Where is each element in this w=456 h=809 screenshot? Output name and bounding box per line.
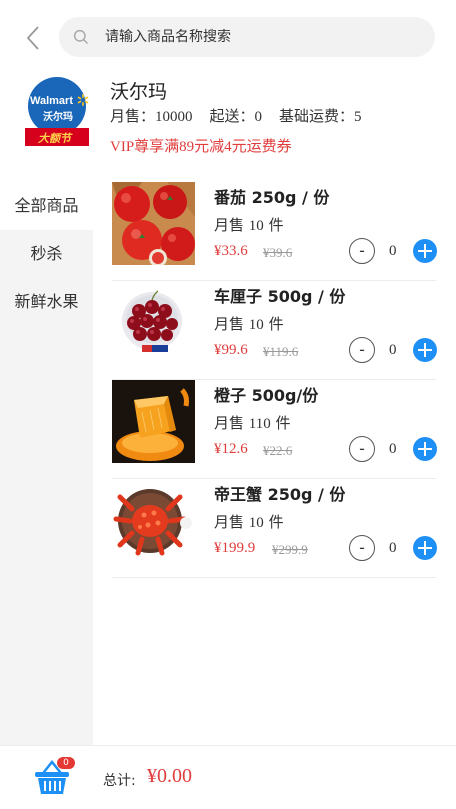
product-original-price: ¥22.6 — [263, 443, 293, 458]
crab-image[interactable] — [112, 479, 195, 562]
store-name: 沃尔玛 — [110, 82, 168, 103]
search-bar[interactable] — [59, 17, 435, 57]
decrease-quantity-button[interactable]: - — [349, 535, 375, 561]
store-logo: Walmart 沃尔玛 大额节 — [22, 76, 92, 148]
product-quantity: 0 — [389, 441, 397, 457]
base-delivery-fee: 基础运费：5 — [279, 109, 362, 125]
increase-quantity-button[interactable] — [413, 437, 437, 461]
cart-count-badge: 0 — [57, 757, 75, 769]
product-name: 番茄 250g / 份 — [214, 188, 330, 207]
search-icon — [73, 29, 89, 45]
cart-footer: 0 总计: ¥0.00 — [0, 745, 456, 809]
search-input[interactable] — [105, 17, 415, 57]
orange-image[interactable] — [112, 380, 195, 463]
product-quantity: 0 — [389, 540, 397, 556]
product-name: 车厘子 500g / 份 — [214, 287, 346, 306]
product-original-price: ¥39.6 — [263, 245, 293, 260]
sold-prefix: 月售 — [214, 216, 245, 234]
product-item[interactable]: 番茄 250g / 份 月售 10 件 ¥33.6 ¥39.6 - 0 — [112, 182, 437, 281]
sold-suffix: 件 — [275, 414, 291, 432]
category-all[interactable]: 全部商品 — [0, 182, 93, 230]
product-price: ¥99.6 — [214, 342, 248, 358]
category-flash-sale[interactable]: 秒杀 — [0, 230, 93, 278]
category-fresh-fruit[interactable]: 新鲜水果 — [0, 278, 93, 326]
total-label: 总计: — [103, 773, 136, 789]
product-monthly-sales: 月售 10 件 — [214, 313, 284, 334]
product-monthly-sales: 月售 10 件 — [214, 214, 284, 235]
product-item[interactable]: 车厘子 500g / 份 月售 10 件 ¥99.6 ¥119.6 - 0 — [112, 281, 437, 380]
decrease-quantity-button[interactable]: - — [349, 337, 375, 363]
sold-count: 110 — [248, 416, 271, 432]
sold-suffix: 件 — [268, 216, 284, 234]
category-sidebar: 全部商品 秒杀 新鲜水果 — [0, 182, 93, 745]
sold-suffix: 件 — [268, 315, 284, 333]
product-price: ¥33.6 — [214, 243, 248, 259]
sold-count: 10 — [248, 218, 264, 234]
increase-quantity-button[interactable] — [413, 536, 437, 560]
product-price: ¥12.6 — [214, 441, 248, 457]
product-quantity: 0 — [389, 243, 397, 259]
sold-prefix: 月售 — [214, 513, 245, 531]
store-logo-text: Walmart — [30, 95, 73, 107]
product-monthly-sales: 月售 110 件 — [214, 412, 291, 433]
product-item[interactable]: 橙子 500g/份 月售 110 件 ¥12.6 ¥22.6 - 0 — [112, 380, 437, 479]
increase-quantity-button[interactable] — [413, 338, 437, 362]
decrease-quantity-button[interactable]: - — [349, 238, 375, 264]
back-arrow-icon[interactable] — [22, 24, 46, 52]
decrease-quantity-button[interactable]: - — [349, 436, 375, 462]
product-name: 帝王蟹 250g / 份 — [214, 485, 346, 504]
min-order: 起送：0 — [209, 109, 263, 125]
store-logo-cn: 沃尔玛 — [43, 110, 73, 123]
store-logo-banner: 大额节 — [38, 132, 73, 145]
header — [0, 0, 456, 70]
tomato-image[interactable] — [112, 182, 195, 265]
vip-promo[interactable]: VIP尊享满89元减4元运费券 — [110, 135, 292, 156]
cherry-image[interactable] — [112, 281, 195, 364]
product-original-price: ¥299.9 — [272, 542, 308, 557]
increase-quantity-button[interactable] — [413, 239, 437, 263]
store-stats: 月售：10000 起送：0 基础运费：5 — [110, 105, 379, 126]
product-name: 橙子 500g/份 — [214, 386, 319, 405]
sold-count: 10 — [248, 317, 264, 333]
product-monthly-sales: 月售 10 件 — [214, 511, 284, 532]
product-list: 番茄 250g / 份 月售 10 件 ¥33.6 ¥39.6 - 0 车厘子 … — [112, 182, 437, 578]
product-quantity: 0 — [389, 342, 397, 358]
sold-prefix: 月售 — [214, 315, 245, 333]
total-value: ¥0.00 — [147, 765, 192, 787]
sold-count: 10 — [248, 515, 264, 531]
sold-suffix: 件 — [268, 513, 284, 531]
product-original-price: ¥119.6 — [263, 344, 299, 359]
sold-prefix: 月售 — [214, 414, 245, 432]
product-price: ¥199.9 — [214, 540, 256, 556]
monthly-sales: 月售：10000 — [110, 109, 193, 125]
product-item[interactable]: 帝王蟹 250g / 份 月售 10 件 ¥199.9 ¥299.9 - 0 — [112, 479, 437, 578]
